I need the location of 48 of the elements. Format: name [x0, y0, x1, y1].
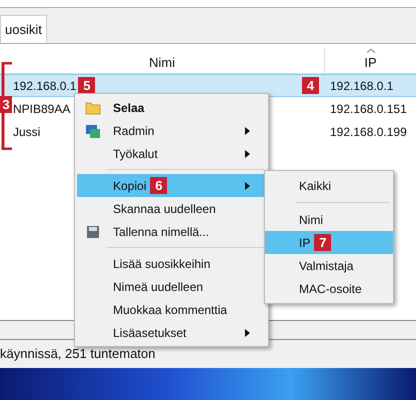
callout-number: 6 — [150, 177, 168, 194]
submenu-arrow-icon — [245, 328, 250, 336]
menu-item[interactable]: Selaa — [77, 96, 266, 119]
menu-item[interactable]: MAC-osoite — [265, 277, 393, 300]
table-row[interactable]: 192.168.0.1 5 4 192.168.0.1 — [0, 74, 416, 97]
sort-caret-icon — [366, 49, 374, 53]
menu-item[interactable]: Lisää suosikkeihin — [77, 252, 266, 275]
submenu-arrow-icon — [245, 182, 250, 190]
menu-item[interactable]: Nimeä uudelleen — [77, 275, 266, 298]
menu-item[interactable]: Tallenna nimellä... — [77, 220, 266, 243]
menu-item-label: Valmistaja — [299, 258, 354, 274]
menu-item-label: Lisää suosikkeihin — [113, 256, 210, 272]
menu-item-label: Nimeä uudelleen — [113, 278, 204, 296]
menu-item-label: Radmin — [113, 122, 154, 140]
callout-number: 3 — [0, 96, 12, 113]
submenu-arrow-icon — [245, 150, 250, 158]
menu-item-label: IP — [299, 234, 310, 252]
monitor-icon — [85, 122, 101, 138]
menu-item-label: MAC-osoite — [299, 280, 362, 298]
table-cell-text: 192.168.0.1 — [13, 78, 76, 94]
tab[interactable]: uosikit — [0, 15, 47, 43]
menu-item-label: Muokkaa kommenttia — [113, 302, 228, 318]
menu-item[interactable]: Skannaa uudelleen — [77, 197, 266, 220]
menu-item[interactable]: IP 7 — [265, 231, 393, 254]
menu-item[interactable]: Kaikki — [265, 174, 393, 197]
menu-item[interactable]: Radmin — [77, 119, 266, 142]
menu-item[interactable]: Työkalut — [77, 142, 266, 165]
column-header[interactable]: Nimi — [0, 48, 325, 73]
callout-number: 7 — [314, 234, 332, 251]
menu-item-label: Nimi — [299, 212, 323, 228]
menu-item-label: Kopioi — [113, 178, 146, 194]
save-icon — [86, 224, 100, 238]
callout-number: 5 — [78, 77, 96, 94]
menu-item[interactable]: Kopioi 6 — [77, 174, 266, 197]
menu-item-label: Tallenna nimellä... — [113, 224, 210, 240]
menu-item-label: Selaa — [113, 100, 144, 116]
folder-icon — [85, 100, 101, 116]
menu-item-label: Työkalut — [113, 146, 158, 162]
menu-item-label: Skannaa uudelleen — [113, 200, 216, 218]
menu-item[interactable]: Valmistaja — [265, 254, 393, 277]
callout-number: 4 — [302, 77, 319, 94]
submenu-arrow-icon — [245, 126, 250, 134]
menu-item-label: Kaikki — [299, 178, 332, 194]
menu-item[interactable]: Muokkaa kommenttia — [77, 298, 266, 321]
table-cell-text: 192.168.0.1 — [330, 78, 394, 94]
column-header[interactable]: IP — [325, 48, 416, 73]
menu-item[interactable]: Nimi — [265, 208, 393, 231]
menu-item-label: Lisäasetukset — [113, 324, 186, 342]
